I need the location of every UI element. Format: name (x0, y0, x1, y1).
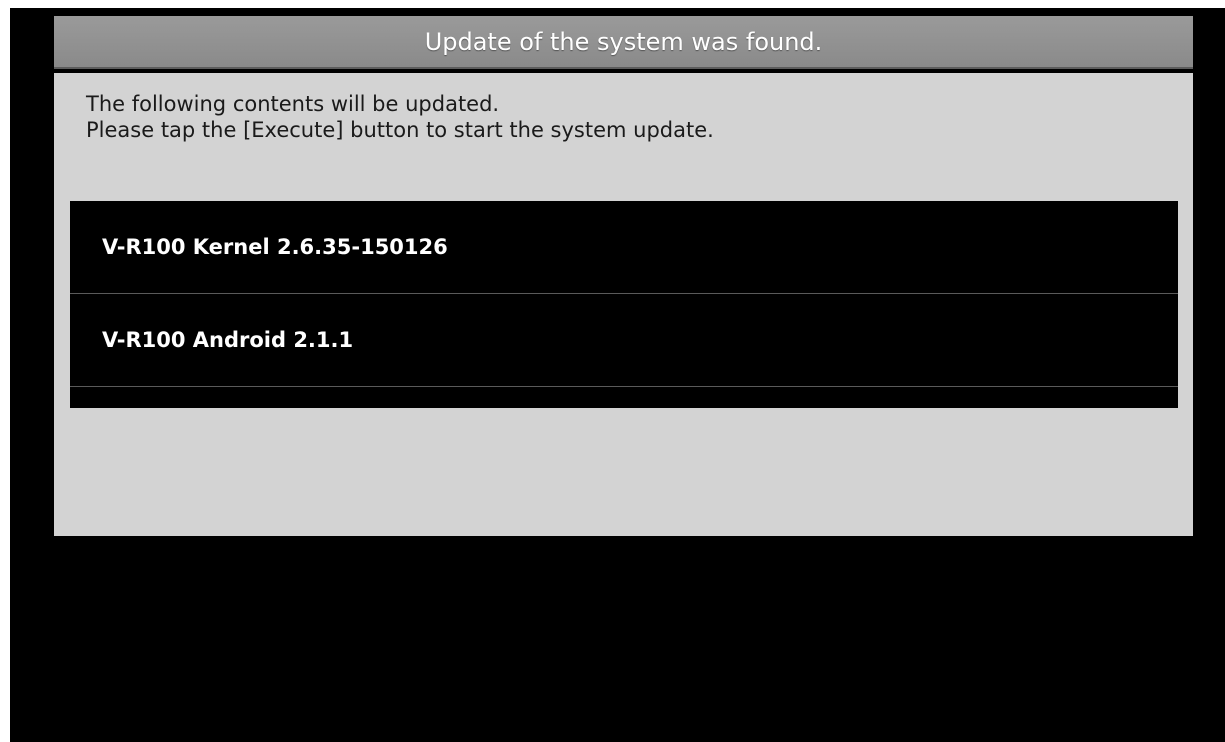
instruction-line-1: The following contents will be updated. (86, 92, 500, 116)
device-screen: Update of the system was found. The foll… (10, 8, 1225, 742)
dialog-title-bar: Update of the system was found. (54, 16, 1193, 69)
dialog-body: The following contents will be updated. … (54, 73, 1193, 536)
instructions-text: The following contents will be updated. … (86, 91, 714, 143)
instruction-line-2: Please tap the [Execute] button to start… (86, 118, 714, 142)
system-update-dialog: Update of the system was found. The foll… (54, 16, 1193, 544)
dialog-title: Update of the system was found. (424, 27, 823, 56)
list-item[interactable]: V-R100 Kernel 2.6.35-150126 (70, 201, 1178, 294)
update-item-kernel: V-R100 Kernel 2.6.35-150126 (102, 235, 448, 259)
update-item-android: V-R100 Android 2.1.1 (102, 328, 354, 352)
list-item[interactable]: V-R100 Android 2.1.1 (70, 294, 1178, 387)
update-list[interactable]: V-R100 Kernel 2.6.35-150126 V-R100 Andro… (70, 201, 1178, 408)
